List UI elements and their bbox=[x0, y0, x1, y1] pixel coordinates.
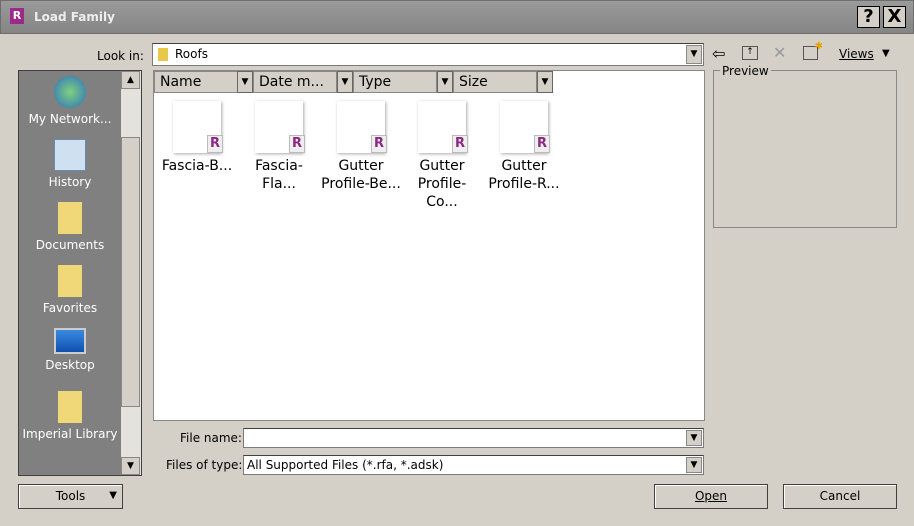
chevron-down-icon[interactable]: ▼ bbox=[686, 457, 702, 473]
history-icon bbox=[54, 139, 86, 171]
library-folder-icon bbox=[58, 391, 82, 423]
file-item[interactable]: R Fascia-Fla... bbox=[239, 101, 319, 193]
file-label: Profile-Be... bbox=[321, 176, 401, 192]
delete-icon[interactable]: ✕ bbox=[773, 43, 786, 62]
file-label: Gutter bbox=[419, 158, 465, 174]
desktop-icon bbox=[54, 328, 86, 354]
file-name-input[interactable]: ▼ bbox=[243, 428, 704, 448]
place-label: Imperial Library bbox=[22, 427, 118, 441]
chevron-down-icon[interactable]: ▼ bbox=[686, 45, 702, 64]
look-in-label: Look in: bbox=[97, 49, 144, 63]
family-thumbnail-icon: R bbox=[337, 101, 387, 153]
file-label: Profile-R... bbox=[488, 176, 560, 192]
documents-folder-icon bbox=[58, 202, 82, 234]
preview-box bbox=[713, 70, 897, 228]
files-of-type-select[interactable]: All Supported Files (*.rfa, *.adsk) ▼ bbox=[243, 455, 704, 475]
place-label: Documents bbox=[35, 238, 105, 252]
column-name-dropdown[interactable]: ▼ bbox=[237, 71, 253, 93]
scroll-thumb[interactable] bbox=[121, 137, 140, 407]
files-of-type-value: All Supported Files (*.rfa, *.adsk) bbox=[247, 458, 444, 472]
place-label: My Network... bbox=[28, 112, 112, 126]
window-title: Load Family bbox=[34, 10, 115, 24]
column-type[interactable]: Type bbox=[353, 71, 437, 93]
place-history[interactable]: History bbox=[19, 134, 121, 189]
cancel-button[interactable]: Cancel bbox=[783, 484, 897, 509]
column-name[interactable]: Name bbox=[154, 71, 238, 93]
family-thumbnail-icon: R bbox=[418, 101, 468, 153]
places-scrollbar[interactable]: ▲ ▼ bbox=[121, 71, 141, 475]
file-item[interactable]: R Gutter Profile-R... bbox=[484, 101, 564, 193]
file-list[interactable]: Name ▼ Date m... ▼ Type ▼ Size ▼ R Fascia… bbox=[153, 70, 705, 421]
folder-icon bbox=[158, 48, 168, 61]
family-thumbnail-icon: R bbox=[500, 101, 550, 153]
place-my-network[interactable]: My Network... bbox=[19, 71, 121, 126]
close-button[interactable]: X bbox=[883, 6, 906, 28]
look-in-combo[interactable]: Roofs ▼ bbox=[152, 43, 704, 66]
chevron-down-icon[interactable]: ▼ bbox=[686, 430, 702, 446]
place-imperial-library[interactable]: Imperial Library bbox=[19, 386, 121, 441]
file-item[interactable]: R Fascia-B... bbox=[157, 101, 237, 175]
place-desktop[interactable]: Desktop bbox=[19, 323, 121, 372]
family-thumbnail-icon: R bbox=[255, 101, 305, 153]
tools-button[interactable]: Tools ▼ bbox=[18, 484, 123, 509]
file-label: Fascia-Fla... bbox=[255, 158, 303, 192]
file-item[interactable]: R Gutter Profile-Be... bbox=[321, 101, 401, 193]
preview-label: Preview bbox=[720, 64, 771, 78]
new-folder-icon[interactable]: ✱ bbox=[803, 41, 823, 60]
open-button[interactable]: Open bbox=[654, 484, 768, 509]
column-size[interactable]: Size bbox=[453, 71, 537, 93]
column-size-dropdown[interactable]: ▼ bbox=[537, 71, 553, 93]
place-label: Desktop bbox=[45, 358, 95, 372]
column-date[interactable]: Date m... bbox=[253, 71, 337, 93]
favorites-folder-icon bbox=[58, 265, 82, 297]
place-documents[interactable]: Documents bbox=[19, 197, 121, 252]
look-in-value: Roofs bbox=[175, 47, 208, 61]
help-button[interactable]: ? bbox=[857, 6, 880, 28]
file-label: Gutter bbox=[501, 158, 547, 174]
file-name-label: File name: bbox=[180, 431, 242, 445]
network-icon bbox=[54, 76, 86, 108]
column-date-dropdown[interactable]: ▼ bbox=[337, 71, 353, 93]
up-folder-icon[interactable]: ↑ bbox=[742, 46, 758, 60]
file-label: Gutter bbox=[338, 158, 384, 174]
title-bar bbox=[0, 0, 914, 34]
file-label: Fascia-B... bbox=[161, 158, 233, 174]
scroll-up-button[interactable]: ▲ bbox=[121, 71, 140, 89]
column-type-dropdown[interactable]: ▼ bbox=[437, 71, 453, 93]
tools-label: Tools bbox=[55, 489, 86, 503]
revit-app-icon: R bbox=[10, 8, 24, 24]
file-label: Profile-Co... bbox=[417, 176, 467, 210]
views-button[interactable]: Views bbox=[839, 47, 874, 61]
file-item[interactable]: R Gutter Profile-Co... bbox=[402, 101, 482, 211]
scroll-down-button[interactable]: ▼ bbox=[121, 457, 140, 475]
back-icon[interactable]: ⇦ bbox=[712, 44, 725, 63]
place-favorites[interactable]: Favorites bbox=[19, 260, 121, 315]
chevron-down-icon: ▼ bbox=[109, 490, 117, 501]
place-label: History bbox=[48, 175, 92, 189]
files-of-type-label: Files of type: bbox=[166, 458, 243, 472]
family-thumbnail-icon: R bbox=[173, 101, 223, 153]
views-chevron-icon[interactable]: ▼ bbox=[882, 48, 890, 59]
place-label: Favorites bbox=[42, 301, 98, 315]
